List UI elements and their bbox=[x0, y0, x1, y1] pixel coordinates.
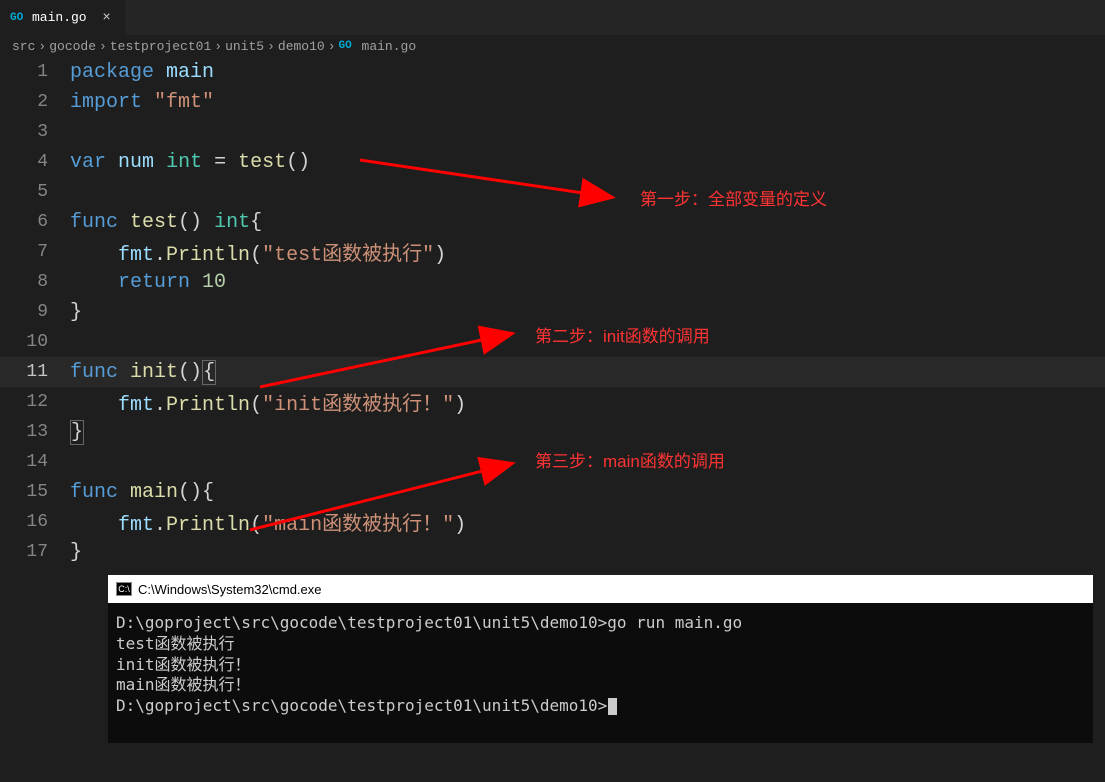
chevron-right-icon: › bbox=[267, 39, 275, 54]
line-number: 16 bbox=[0, 512, 70, 532]
line-number: 5 bbox=[0, 182, 70, 202]
code-line[interactable]: 8 return 10 bbox=[0, 267, 1105, 297]
code-content: fmt.Println("init函数被执行！") bbox=[70, 387, 466, 417]
code-content: return 10 bbox=[70, 271, 226, 294]
line-number: 2 bbox=[0, 92, 70, 112]
chevron-right-icon: › bbox=[328, 39, 336, 54]
code-content: func init(){ bbox=[70, 361, 216, 384]
code-line[interactable]: 16 fmt.Println("main函数被执行！") bbox=[0, 507, 1105, 537]
code-content: fmt.Println("test函数被执行") bbox=[70, 237, 446, 267]
chevron-right-icon: › bbox=[38, 39, 46, 54]
code-content: func test() int{ bbox=[70, 211, 262, 234]
terminal-panel: C:\ C:\Windows\System32\cmd.exe D:\gopro… bbox=[108, 575, 1093, 743]
code-content: } bbox=[70, 541, 82, 564]
code-line[interactable]: 2import "fmt" bbox=[0, 87, 1105, 117]
code-line[interactable]: 4var num int = test() bbox=[0, 147, 1105, 177]
terminal-line: test函数被执行 bbox=[116, 634, 1085, 655]
line-number: 11 bbox=[0, 362, 70, 382]
line-number: 6 bbox=[0, 212, 70, 232]
tab-filename: main.go bbox=[32, 10, 87, 25]
code-content: fmt.Println("main函数被执行！") bbox=[70, 507, 466, 537]
line-number: 14 bbox=[0, 452, 70, 472]
line-number: 10 bbox=[0, 332, 70, 352]
code-editor[interactable]: 第一步：全部变量的定义 第二步：init函数的调用 第三步：main函数的调用 … bbox=[0, 57, 1105, 567]
chevron-right-icon: › bbox=[214, 39, 222, 54]
code-line[interactable]: 7 fmt.Println("test函数被执行") bbox=[0, 237, 1105, 267]
line-number: 9 bbox=[0, 302, 70, 322]
code-line[interactable]: 17} bbox=[0, 537, 1105, 567]
code-line[interactable]: 6func test() int{ bbox=[0, 207, 1105, 237]
code-content: import "fmt" bbox=[70, 91, 214, 114]
code-content: func main(){ bbox=[70, 481, 214, 504]
terminal-line: init函数被执行！ bbox=[116, 655, 1085, 676]
breadcrumb-item[interactable]: testproject01 bbox=[110, 39, 211, 54]
line-number: 17 bbox=[0, 542, 70, 562]
go-file-icon: GO bbox=[10, 12, 26, 24]
breadcrumb-item[interactable]: src bbox=[12, 39, 35, 54]
terminal-line: D:\goproject\src\gocode\testproject01\un… bbox=[116, 613, 1085, 634]
code-line[interactable]: 12 fmt.Println("init函数被执行！") bbox=[0, 387, 1105, 417]
line-number: 12 bbox=[0, 392, 70, 412]
breadcrumb-item[interactable]: gocode bbox=[49, 39, 96, 54]
chevron-right-icon: › bbox=[99, 39, 107, 54]
line-number: 8 bbox=[0, 272, 70, 292]
close-icon[interactable]: × bbox=[99, 10, 115, 26]
terminal-title-text: C:\Windows\System32\cmd.exe bbox=[138, 582, 322, 597]
terminal-cursor bbox=[608, 698, 617, 715]
tab-main-go[interactable]: GO main.go × bbox=[0, 0, 126, 35]
breadcrumb-item[interactable]: demo10 bbox=[278, 39, 325, 54]
annotation-step3: 第三步：main函数的调用 bbox=[535, 447, 725, 472]
code-line[interactable]: 3 bbox=[0, 117, 1105, 147]
code-line[interactable]: 15func main(){ bbox=[0, 477, 1105, 507]
annotation-step2: 第二步：init函数的调用 bbox=[535, 322, 710, 347]
terminal-titlebar: C:\ C:\Windows\System32\cmd.exe bbox=[108, 575, 1093, 603]
breadcrumb: src › gocode › testproject01 › unit5 › d… bbox=[0, 35, 1105, 57]
line-number: 4 bbox=[0, 152, 70, 172]
breadcrumb-item[interactable]: main.go bbox=[362, 39, 417, 54]
code-content: } bbox=[70, 301, 82, 324]
code-line[interactable]: 11func init(){ bbox=[0, 357, 1105, 387]
go-file-icon: GO bbox=[339, 40, 355, 52]
line-number: 15 bbox=[0, 482, 70, 502]
breadcrumb-item[interactable]: unit5 bbox=[225, 39, 264, 54]
code-content: var num int = test() bbox=[70, 151, 310, 174]
code-content: package main bbox=[70, 61, 214, 84]
code-line[interactable]: 13} bbox=[0, 417, 1105, 447]
line-number: 3 bbox=[0, 122, 70, 142]
line-number: 13 bbox=[0, 422, 70, 442]
line-number: 1 bbox=[0, 62, 70, 82]
line-number: 7 bbox=[0, 242, 70, 262]
code-content: } bbox=[70, 421, 84, 444]
terminal-line: main函数被执行！ bbox=[116, 675, 1085, 696]
annotation-step1: 第一步：全部变量的定义 bbox=[640, 185, 827, 210]
cmd-icon: C:\ bbox=[116, 582, 132, 596]
code-line[interactable]: 5 bbox=[0, 177, 1105, 207]
terminal-line: D:\goproject\src\gocode\testproject01\un… bbox=[116, 696, 1085, 717]
terminal-output[interactable]: D:\goproject\src\gocode\testproject01\un… bbox=[108, 603, 1093, 743]
code-line[interactable]: 1package main bbox=[0, 57, 1105, 87]
tab-bar: GO main.go × bbox=[0, 0, 1105, 35]
